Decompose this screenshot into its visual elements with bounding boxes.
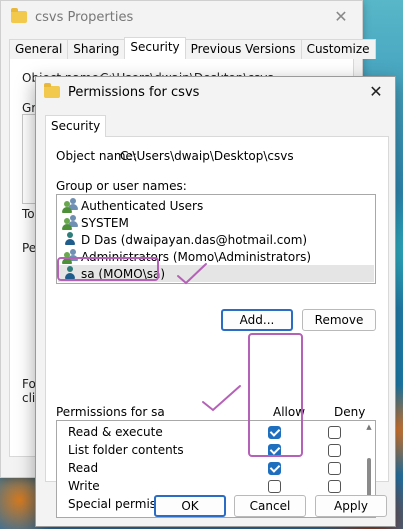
permission-row-list-folder-contents: List folder contents [57,441,357,459]
permission-name: List folder contents [68,443,184,457]
user-icon [62,232,78,247]
list-item-d-das[interactable]: D Das (dwaipayan.das@hotmail.com) [58,231,374,248]
allow-checkbox[interactable] [268,426,281,439]
tab-previous-versions[interactable]: Previous Versions [184,39,302,59]
allow-checkbox[interactable] [268,462,281,475]
change-permissions-partial: To [22,207,35,221]
object-name-value: C:\Users\dwaip\Desktop\csvs [120,149,294,163]
remove-button[interactable]: Remove [302,309,376,331]
list-item-system[interactable]: SYSTEM [58,214,374,231]
permission-name: Read [68,461,99,475]
user-label: sa (MOMO\sa) [81,266,166,281]
deny-checkbox[interactable] [328,426,341,439]
group-users-icon [62,215,78,230]
tab-security[interactable]: Security [124,37,186,59]
permission-row-read-execute: Read & execute [57,423,357,441]
folder-icon [11,8,27,23]
user-label: D Das (dwaipayan.das@hotmail.com) [81,232,308,247]
group-users-icon [62,249,78,264]
scroll-up-icon[interactable]: ▲ [364,422,374,432]
allow-checkbox[interactable] [268,444,281,457]
ok-button[interactable]: OK [154,495,226,517]
user-label: SYSTEM [81,215,129,230]
permission-name: Write [68,479,100,493]
tab-sharing[interactable]: Sharing [67,39,126,59]
list-item-authenticated-users[interactable]: Authenticated Users [58,197,374,214]
list-item-administrators[interactable]: Administrators (Momo\Administrators) [58,248,374,265]
security-panel: Object name: C:\Users\dwaip\Desktop\csvs… [45,136,389,518]
group-user-names-label: Group or user names: [56,179,187,193]
dialog-title: Permissions for csvs [68,84,200,100]
permission-row-read: Read [57,459,357,477]
add-button[interactable]: Add... [221,309,293,331]
tab-general[interactable]: General [9,39,69,59]
permissions-dialog: Permissions for csvs ✕ Security Object n… [35,76,396,527]
properties-tabs: General Sharing Security Previous Versio… [9,37,376,59]
close-icon[interactable]: ✕ [328,5,354,29]
deny-checkbox[interactable] [328,462,341,475]
deny-column-header: Deny [334,405,366,419]
tab-security[interactable]: Security [45,115,107,137]
user-icon [62,266,78,281]
permission-row-write: Write [57,477,357,495]
user-label: Authenticated Users [81,198,204,213]
allow-checkbox[interactable] [268,480,281,493]
properties-titlebar: csvs Properties [1,1,362,33]
apply-button[interactable]: Apply [315,495,387,517]
cancel-button[interactable]: Cancel [234,495,306,517]
deny-checkbox[interactable] [328,480,341,493]
users-list[interactable]: Authenticated Users SYSTEM D Das (dwaipa… [56,194,376,284]
list-item-sa[interactable]: sa (MOMO\sa) [58,265,374,282]
folder-icon [44,83,60,98]
deny-checkbox[interactable] [328,444,341,457]
dialog-titlebar: Permissions for csvs [36,77,395,107]
close-icon[interactable]: ✕ [363,80,389,104]
tab-customize[interactable]: Customize [300,39,376,59]
permission-name: Read & execute [68,425,163,439]
group-users-icon [62,198,78,213]
properties-title: csvs Properties [35,9,134,25]
allow-column-header: Allow [273,405,306,419]
user-label: Administrators (Momo\Administrators) [81,249,312,264]
permissions-for-label: Permissions for sa [56,405,165,419]
